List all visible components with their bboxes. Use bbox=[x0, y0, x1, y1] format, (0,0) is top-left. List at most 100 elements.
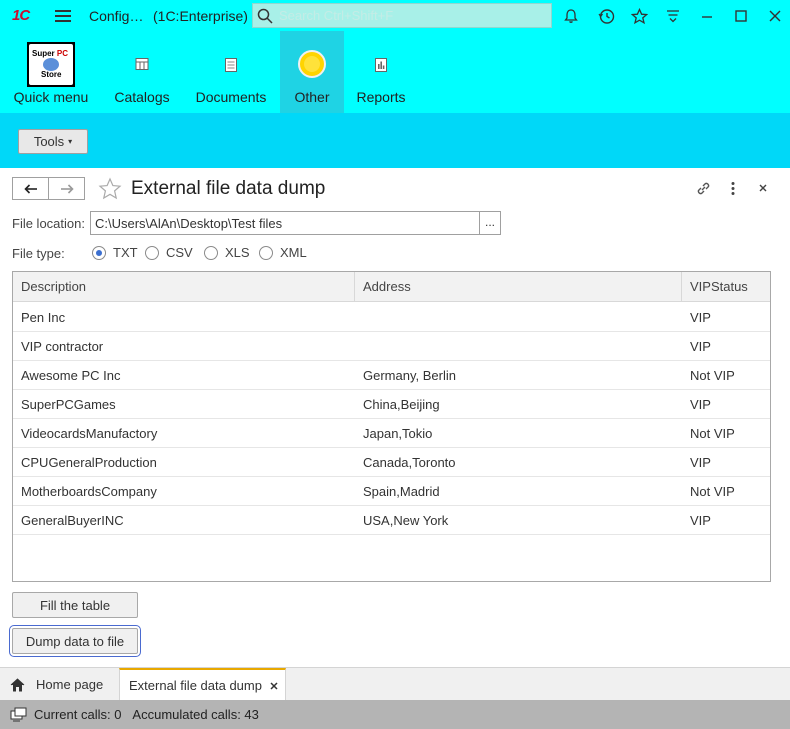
favorites-star-icon[interactable] bbox=[629, 6, 649, 26]
functions-menu-icon[interactable] bbox=[663, 6, 683, 26]
cell-address: Spain,Madrid bbox=[363, 484, 440, 499]
back-button[interactable] bbox=[12, 177, 49, 200]
document-icon bbox=[225, 58, 237, 75]
file-location-field[interactable]: ... bbox=[90, 211, 501, 235]
fill-table-button[interactable]: Fill the table bbox=[12, 592, 138, 618]
cell-description: Awesome PC Inc bbox=[21, 368, 121, 383]
radio-icon bbox=[145, 245, 159, 260]
more-options-icon[interactable] bbox=[727, 180, 739, 200]
forward-button[interactable] bbox=[48, 177, 85, 200]
app-subtitle: (1C:Enterprise) bbox=[153, 8, 248, 24]
table-row[interactable]: MotherboardsCompany Spain,Madrid Not VIP bbox=[13, 477, 770, 506]
home-icon bbox=[10, 677, 25, 691]
data-table[interactable]: Description Address VIPStatus Pen Inc VI… bbox=[12, 271, 771, 582]
radio-txt[interactable]: TXT bbox=[92, 245, 138, 260]
accumulated-calls: Accumulated calls: 43 bbox=[132, 707, 259, 722]
section-reports[interactable]: Reports bbox=[344, 31, 418, 113]
cell-description: CPUGeneralProduction bbox=[21, 455, 157, 470]
table-row[interactable]: CPUGeneralProduction Canada,Toronto VIP bbox=[13, 448, 770, 477]
arrow-right-icon bbox=[60, 183, 74, 194]
open-windows-panel: Home page External file data dump bbox=[0, 667, 790, 701]
section-label: Other bbox=[294, 89, 330, 105]
close-form-icon[interactable] bbox=[757, 182, 769, 197]
tools-button[interactable]: Tools ▾ bbox=[18, 129, 88, 154]
maximize-icon[interactable] bbox=[731, 6, 751, 26]
dump-data-button[interactable]: Dump data to file bbox=[9, 625, 141, 657]
server-calls-icon[interactable] bbox=[9, 706, 27, 724]
bell-icon[interactable] bbox=[561, 6, 581, 26]
super-pc-store-logo: Super PC Store bbox=[27, 42, 75, 87]
section-documents[interactable]: Documents bbox=[182, 31, 280, 113]
column-header-description[interactable]: Description bbox=[13, 272, 355, 302]
tab-home-page[interactable]: Home page bbox=[0, 668, 113, 701]
minimize-icon[interactable] bbox=[697, 6, 717, 26]
dropdown-arrow-icon: ▾ bbox=[68, 137, 73, 146]
arrow-left-icon bbox=[23, 183, 37, 194]
radio-csv[interactable]: CSV bbox=[145, 245, 193, 260]
radio-xls[interactable]: XLS bbox=[204, 245, 250, 260]
close-window-icon[interactable] bbox=[765, 6, 785, 26]
catalog-icon bbox=[135, 58, 149, 73]
table-header: Description Address VIPStatus bbox=[13, 272, 770, 302]
section-label: Catalogs bbox=[114, 89, 170, 105]
other-circle-icon bbox=[297, 49, 327, 82]
search-input[interactable] bbox=[277, 7, 547, 24]
cell-address: USA,New York bbox=[363, 513, 449, 528]
column-header-address[interactable]: Address bbox=[355, 272, 682, 302]
title-bar: 1C Config… (1C:Enterprise) bbox=[0, 0, 790, 31]
table-row[interactable]: VIP contractor VIP bbox=[13, 332, 770, 361]
section-label: Reports bbox=[356, 89, 406, 105]
cell-vipstatus: Not VIP bbox=[690, 484, 735, 499]
table-row[interactable]: Awesome PC Inc Germany, Berlin Not VIP bbox=[13, 361, 770, 390]
cell-vipstatus: Not VIP bbox=[690, 426, 735, 441]
tab-external-file-data-dump[interactable]: External file data dump bbox=[119, 668, 286, 701]
cell-address bbox=[355, 303, 363, 332]
current-calls: Current calls: 0 bbox=[34, 707, 122, 722]
cell-address: Canada,Toronto bbox=[363, 455, 456, 470]
cell-vipstatus: VIP bbox=[690, 455, 711, 470]
cell-vipstatus: Not VIP bbox=[690, 368, 735, 383]
link-icon[interactable] bbox=[695, 180, 712, 200]
cell-vipstatus: VIP bbox=[690, 513, 711, 528]
cell-description: SuperPCGames bbox=[21, 397, 116, 412]
global-search[interactable] bbox=[252, 3, 552, 28]
command-bar: Tools ▾ bbox=[0, 113, 790, 168]
browse-button[interactable]: ... bbox=[479, 212, 500, 234]
table-row[interactable]: VideocardsManufactory Japan,Tokio Not VI… bbox=[13, 419, 770, 448]
1c-logo: 1C bbox=[12, 7, 30, 24]
cell-address: Japan,Tokio bbox=[363, 426, 433, 441]
radio-icon bbox=[259, 245, 273, 260]
report-icon bbox=[375, 58, 387, 75]
table-row[interactable]: Pen Inc VIP bbox=[13, 303, 770, 332]
radio-selected-icon bbox=[92, 245, 106, 260]
history-icon[interactable] bbox=[596, 6, 616, 26]
file-location-input[interactable] bbox=[91, 212, 479, 234]
table-row[interactable]: GeneralBuyerINC USA,New York VIP bbox=[13, 506, 770, 535]
cell-vipstatus: VIP bbox=[690, 339, 711, 354]
cell-description: GeneralBuyerINC bbox=[21, 513, 124, 528]
cell-description: MotherboardsCompany bbox=[21, 484, 157, 499]
form-header: External file data dump bbox=[0, 168, 790, 208]
app-title: Config… bbox=[89, 8, 144, 24]
search-icon bbox=[257, 8, 273, 24]
sections-panel: Super PC Store Quick menu Catalogs Docum… bbox=[0, 31, 790, 113]
main-menu-icon[interactable] bbox=[53, 7, 73, 25]
cell-description: Pen Inc bbox=[21, 310, 66, 325]
add-to-favorites-star-icon[interactable] bbox=[98, 177, 122, 204]
file-type-label: File type: bbox=[12, 246, 65, 261]
section-other[interactable]: Other bbox=[280, 31, 344, 113]
cell-address: China,Beijing bbox=[363, 397, 440, 412]
section-quick-menu[interactable]: Super PC Store Quick menu bbox=[0, 31, 102, 113]
cell-address: Germany, Berlin bbox=[363, 368, 456, 383]
form-title: External file data dump bbox=[131, 178, 326, 199]
table-row[interactable]: SuperPCGames China,Beijing VIP bbox=[13, 390, 770, 419]
file-location-label: File location: bbox=[12, 216, 85, 231]
column-header-vipstatus[interactable]: VIPStatus bbox=[682, 272, 770, 302]
close-tab-icon[interactable] bbox=[269, 681, 279, 691]
cell-address bbox=[355, 332, 363, 361]
section-label: Documents bbox=[195, 89, 267, 105]
radio-xml[interactable]: XML bbox=[259, 245, 307, 260]
cell-description: VIP contractor bbox=[21, 339, 104, 354]
cell-vipstatus: VIP bbox=[690, 397, 711, 412]
section-catalogs[interactable]: Catalogs bbox=[102, 31, 182, 113]
